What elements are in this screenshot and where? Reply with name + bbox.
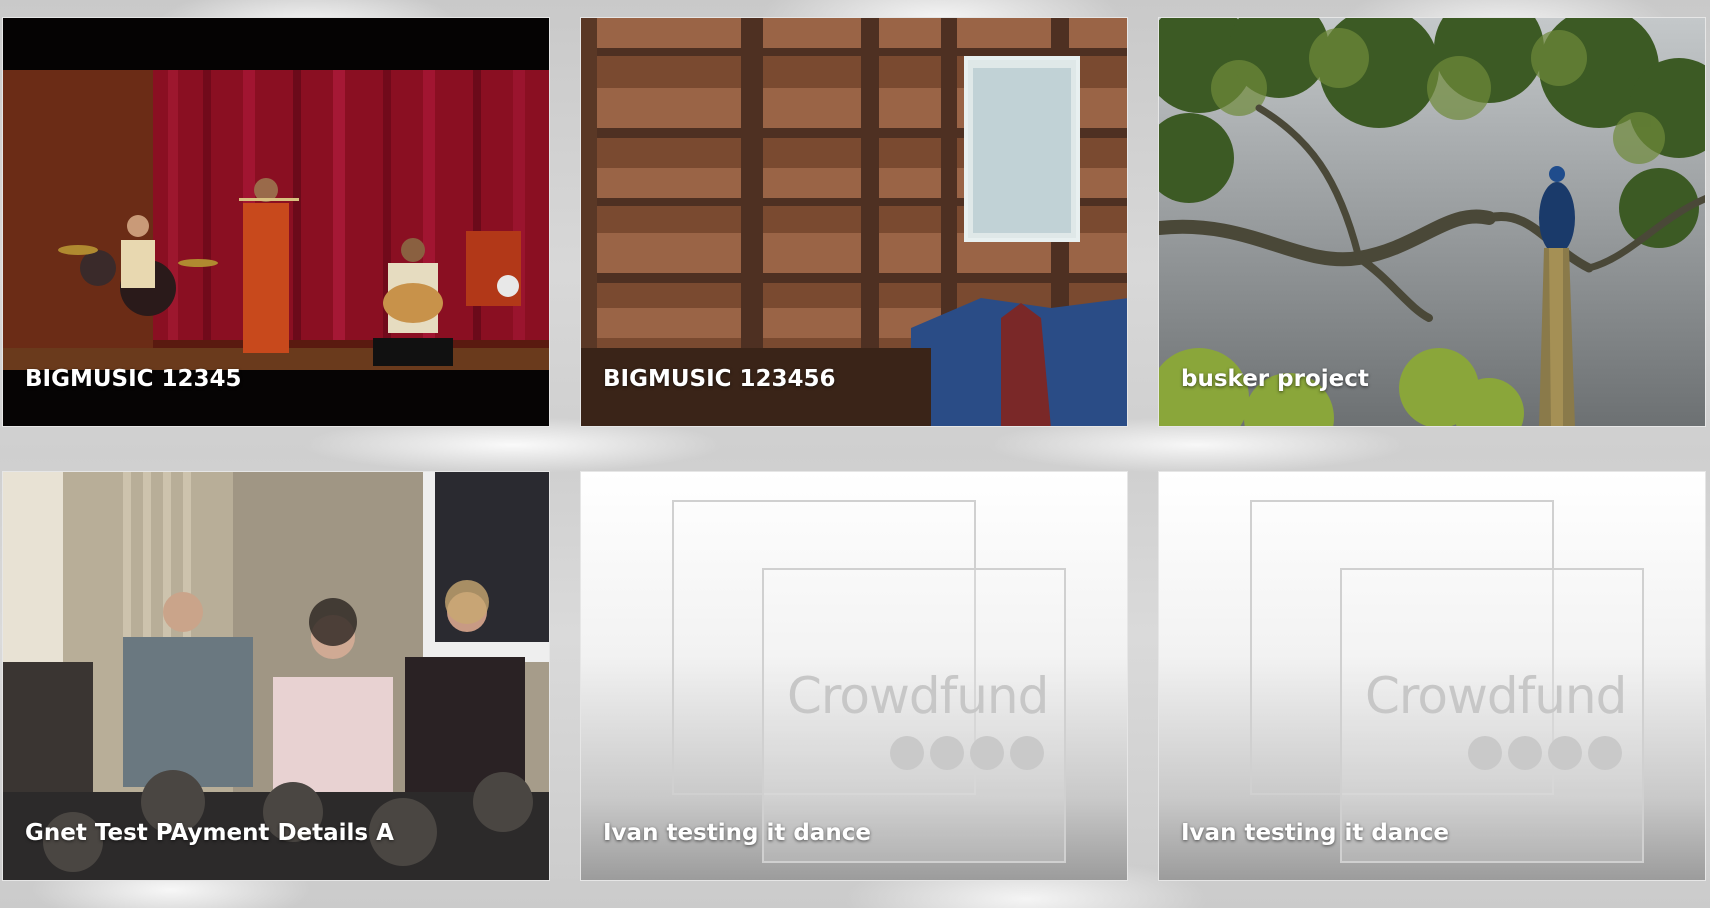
project-title: Ivan testing it dance (1181, 820, 1449, 846)
project-card[interactable]: BIGMUSIC 12345 (2, 17, 550, 427)
project-title: busker project (1181, 366, 1369, 392)
project-grid: BIGMUSIC 12345 BIGMUSIC 123456 busker pr… (0, 0, 1710, 908)
project-card[interactable]: Gnet Test PAyment Details A (2, 471, 550, 881)
crowdfund-logo-text: Crowdfund (1365, 667, 1626, 725)
project-card[interactable]: BIGMUSIC 123456 (580, 17, 1128, 427)
project-title: Ivan testing it dance (603, 820, 871, 846)
crowdfund-logo-text: Crowdfund (787, 667, 1048, 725)
project-card[interactable]: Crowdfund Ivan testing it dance (1158, 471, 1706, 881)
project-card[interactable]: busker project (1158, 17, 1706, 427)
project-title: Gnet Test PAyment Details A (25, 820, 394, 846)
project-title: BIGMUSIC 123456 (603, 366, 836, 392)
project-card[interactable]: Crowdfund Ivan testing it dance (580, 471, 1128, 881)
project-title: BIGMUSIC 12345 (25, 366, 242, 392)
